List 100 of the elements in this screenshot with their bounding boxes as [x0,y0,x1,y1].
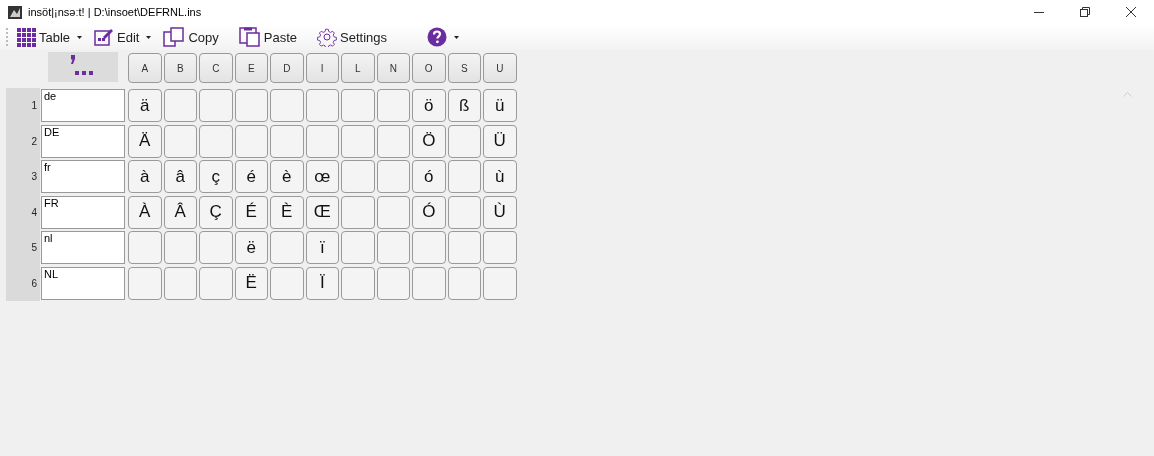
character-key[interactable] [199,89,233,122]
character-key[interactable] [341,195,375,229]
column-header[interactable]: E [234,53,268,83]
character-key[interactable]: ï [305,231,339,264]
character-key[interactable] [447,195,481,229]
character-key[interactable]: Ó [412,195,446,229]
grid-icon [16,27,36,47]
character-key[interactable] [341,124,375,158]
character-key[interactable] [270,266,304,300]
column-header[interactable]: O [412,53,446,83]
toolbar-button[interactable]: Edit [92,27,142,47]
character-key[interactable]: Ç [199,195,233,229]
name-field[interactable]: FR [41,195,125,229]
character-key[interactable] [270,124,304,158]
character-key[interactable] [199,124,233,158]
character-key[interactable]: ù [483,160,517,193]
character-key[interactable] [483,231,517,264]
character-key[interactable] [199,266,233,300]
character-key[interactable]: Ö [412,124,446,158]
character-key[interactable]: ó [412,160,446,193]
name-field[interactable]: fr [41,160,125,193]
name-field[interactable]: nl [41,231,125,264]
character-key[interactable]: Ü [483,124,517,158]
character-key[interactable]: Ù [483,195,517,229]
column-header[interactable]: C [199,53,233,83]
name-field[interactable]: DE [41,124,125,158]
column-header[interactable]: N [376,53,410,83]
character-key[interactable] [483,266,517,300]
dropdown-caret-icon[interactable] [146,35,151,39]
row-number: 3 [6,158,40,195]
scroll-up-icon[interactable] [1123,92,1132,97]
settings-icon [317,27,338,47]
character-key[interactable]: ß [447,89,481,122]
character-key[interactable] [341,231,375,264]
character-key[interactable] [199,231,233,264]
toolbar-button[interactable]: Copy [161,27,221,47]
character-key[interactable]: Œ [305,195,339,229]
column-header[interactable]: D [270,53,304,83]
character-key[interactable] [341,266,375,300]
character-key[interactable] [447,160,481,193]
character-key[interactable] [376,89,410,122]
column-header[interactable]: S [447,53,481,83]
character-key[interactable] [234,89,268,122]
character-key[interactable]: â [163,160,197,193]
row-number: 5 [6,229,40,266]
restore-icon [1080,7,1090,17]
character-key[interactable] [163,124,197,158]
toolbar-button[interactable]: Paste [236,27,300,47]
character-key[interactable]: ö [412,89,446,122]
character-key[interactable]: ë [234,231,268,264]
character-key[interactable]: Ï [305,266,339,300]
character-key[interactable] [270,89,304,122]
character-key[interactable]: Â [163,195,197,229]
character-key[interactable] [376,195,410,229]
character-key[interactable] [234,124,268,158]
character-key[interactable] [447,266,481,300]
edit-icon [94,27,115,47]
column-header[interactable]: U [483,53,517,83]
character-key[interactable] [270,231,304,264]
character-key[interactable] [447,124,481,158]
character-key[interactable]: ü [483,89,517,122]
name-field[interactable]: de [41,89,125,122]
character-key[interactable] [412,231,446,264]
character-key[interactable] [412,266,446,300]
character-key[interactable] [376,231,410,264]
toolbar-button[interactable]: Settings [315,27,390,47]
character-key[interactable] [305,124,339,158]
character-key[interactable] [341,160,375,193]
character-key[interactable]: É [234,195,268,229]
toolbar-button[interactable]: Table [14,27,73,47]
character-key[interactable]: Ä [128,124,162,158]
character-key[interactable]: é [234,160,268,193]
column-header[interactable]: L [341,53,375,83]
character-key[interactable] [163,231,197,264]
character-key[interactable] [376,124,410,158]
column-header[interactable]: I [305,53,339,83]
character-key[interactable]: à [128,160,162,193]
dropdown-caret-icon[interactable] [76,35,82,39]
name-field[interactable]: NL [41,266,125,300]
close-icon [1126,7,1136,17]
character-key[interactable]: è [270,160,304,193]
character-key[interactable]: œ [305,160,339,193]
character-key[interactable] [447,231,481,264]
character-key[interactable] [128,266,162,300]
character-key[interactable]: À [128,195,162,229]
character-key[interactable] [341,89,375,122]
copy-icon [163,27,186,47]
character-key[interactable]: ä [128,89,162,122]
character-key[interactable]: Ë [234,266,268,300]
character-key[interactable]: È [270,195,304,229]
column-header[interactable]: B [163,53,197,83]
character-key[interactable] [163,266,197,300]
column-header[interactable]: A [128,53,162,83]
character-key[interactable] [305,89,339,122]
character-key[interactable] [163,89,197,122]
character-key[interactable] [376,160,410,193]
character-key[interactable] [128,231,162,264]
character-key[interactable]: ç [199,160,233,193]
character-key[interactable] [376,266,410,300]
dropdown-caret-icon[interactable] [453,35,459,39]
